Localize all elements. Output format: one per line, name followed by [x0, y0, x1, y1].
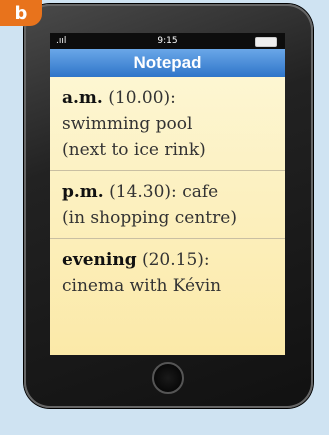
note-item[interactable]: p.m. (14.30): cafe (in shopping centre)	[50, 171, 285, 239]
note-text: (next to ice rink)	[62, 140, 206, 160]
note-item[interactable]: a.m. (10.00): swimming pool (next to ice…	[50, 77, 285, 171]
status-bar: .ııl 9:15	[50, 33, 285, 49]
note-time: (14.30):	[109, 182, 177, 202]
phone-screen: .ııl 9:15 Notepad a.m. (10.00): swimming…	[50, 33, 285, 355]
note-label: p.m.	[62, 182, 104, 202]
note-time: (10.00):	[108, 88, 176, 108]
note-text: cinema with Kévin	[62, 276, 222, 296]
note-text: cafe	[182, 182, 219, 202]
note-text: (in shopping centre)	[62, 208, 237, 228]
notes-list: a.m. (10.00): swimming pool (next to ice…	[50, 77, 285, 355]
note-time: (20.15):	[141, 250, 210, 270]
note-text: swimming pool	[62, 114, 193, 134]
status-time: 9:15	[157, 36, 178, 46]
home-button[interactable]	[152, 362, 184, 394]
note-label: evening	[62, 250, 137, 270]
note-label: a.m.	[62, 88, 103, 108]
battery-icon	[255, 37, 277, 47]
note-item[interactable]: evening (20.15): cinema with Kévin	[50, 239, 285, 306]
app-title: Notepad	[50, 49, 285, 77]
phone-frame: .ııl 9:15 Notepad a.m. (10.00): swimming…	[24, 4, 313, 408]
exercise-badge: b	[0, 0, 42, 26]
